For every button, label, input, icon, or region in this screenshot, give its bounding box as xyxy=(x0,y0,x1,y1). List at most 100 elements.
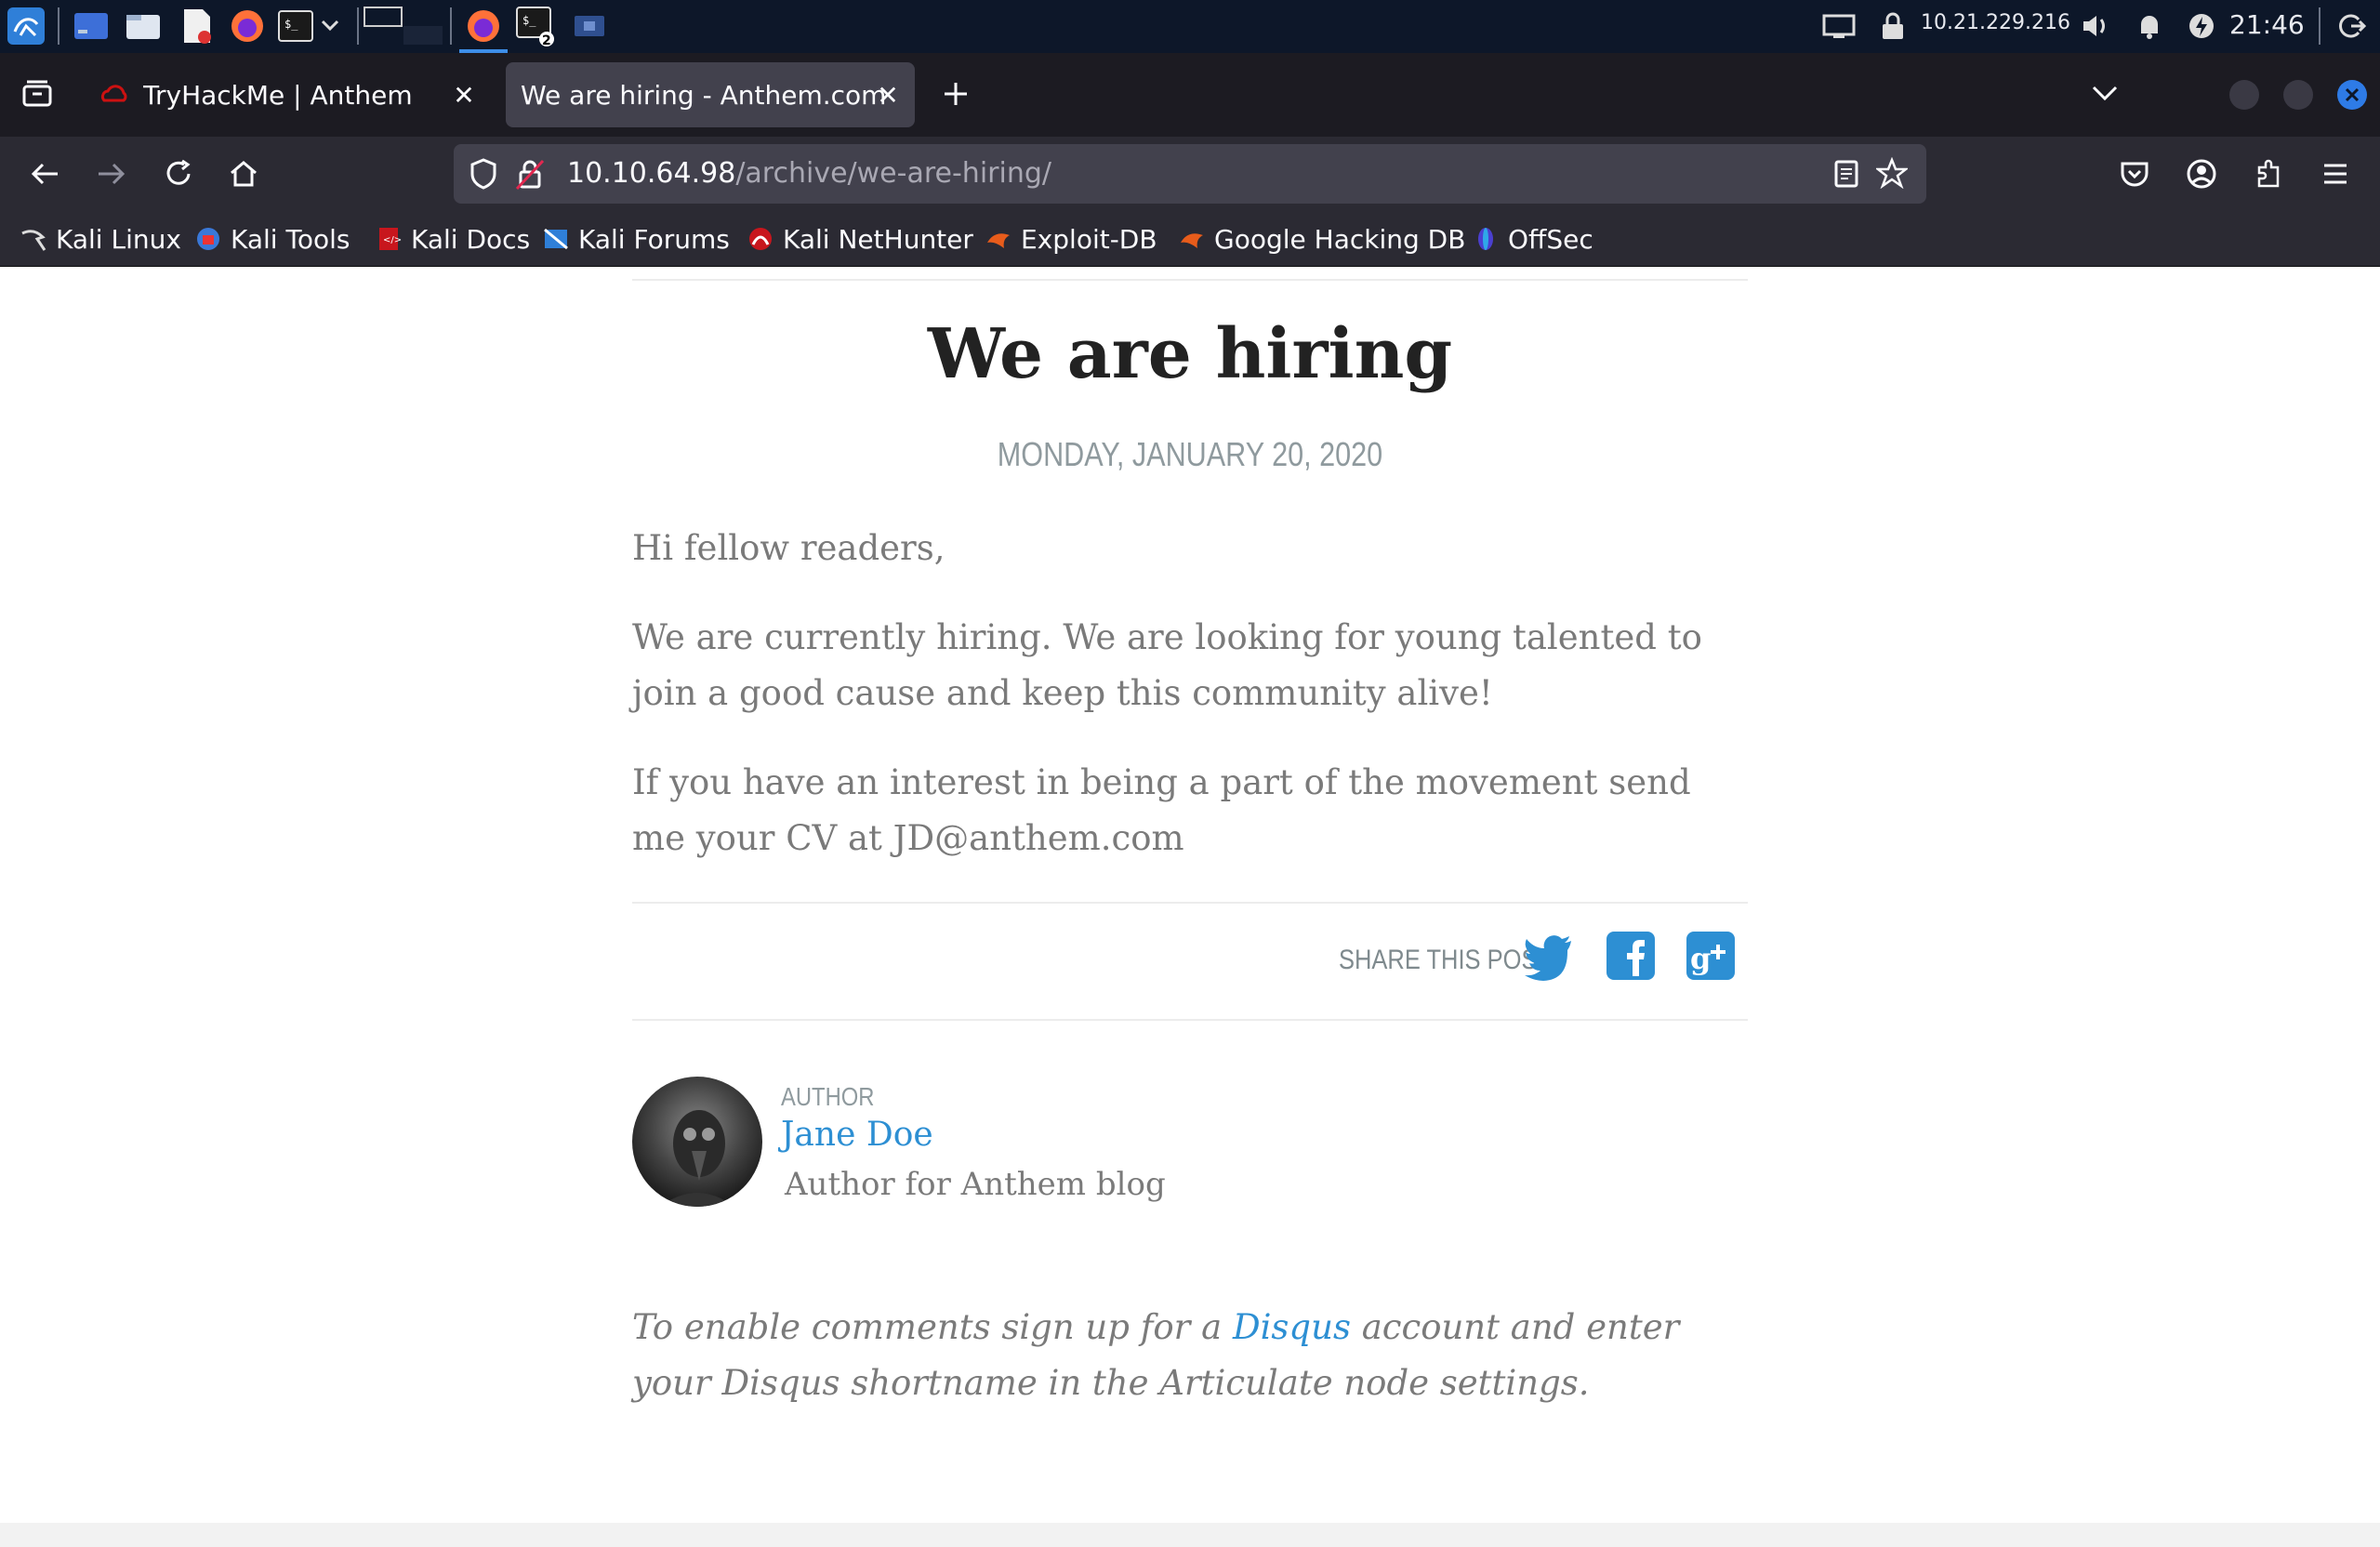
post-paragraph: If you have an interest in being a part … xyxy=(632,762,1691,858)
list-all-tabs-chevron-icon[interactable] xyxy=(2082,72,2127,116)
extensions-icon[interactable] xyxy=(2246,152,2291,196)
file-manager-icon[interactable] xyxy=(123,6,164,46)
workspace-switcher[interactable] xyxy=(363,6,446,46)
bookmark-kali-tools[interactable]: Kali Tools xyxy=(195,220,350,258)
bookmark-google-hacking-db[interactable]: Google Hacking DB xyxy=(1179,220,1465,258)
minimize-button[interactable] xyxy=(2229,80,2259,110)
new-tab-icon[interactable] xyxy=(933,72,978,116)
bookmark-kali-forums[interactable]: Kali Forums xyxy=(543,220,730,258)
bookmark-label: Kali Tools xyxy=(231,223,350,255)
offsec-icon xyxy=(1478,228,1493,250)
forward-arrow-icon[interactable] xyxy=(89,152,134,196)
kali-docs-icon: </> xyxy=(379,228,402,250)
post-title: We are hiring xyxy=(927,314,1453,394)
tab-tryhackme[interactable]: TryHackMe | Anthem ✕ xyxy=(86,62,495,127)
system-taskbar: $_ $_ 2 10.21.229.216 21:46 xyxy=(0,0,2380,53)
kali-nethunter-icon xyxy=(749,228,772,250)
close-window-button[interactable] xyxy=(2337,80,2367,110)
back-arrow-icon[interactable] xyxy=(22,152,67,196)
display-icon[interactable] xyxy=(1818,6,1859,46)
taskbar-separator xyxy=(58,7,60,45)
terminal-window-icon[interactable]: $_ 2 xyxy=(515,6,556,48)
taskbar-separator xyxy=(2319,7,2320,45)
bookmark-label: Google Hacking DB xyxy=(1214,223,1466,255)
bookmark-kali-nethunter[interactable]: Kali NetHunter xyxy=(747,220,973,258)
terminal-launcher-icon[interactable]: $_ xyxy=(275,6,316,46)
share-label: SHARE THIS POST xyxy=(1339,945,1553,975)
author-description: Author for Anthem blog xyxy=(785,1166,1166,1203)
top-divider xyxy=(632,279,1748,281)
notification-bell-icon[interactable] xyxy=(2129,6,2170,46)
kali-forums-icon xyxy=(544,228,568,250)
url-host: 10.10.64.98 xyxy=(567,157,736,190)
svg-text:$_: $_ xyxy=(522,14,536,27)
insecure-lock-icon[interactable] xyxy=(515,157,545,194)
pocket-icon[interactable] xyxy=(2112,152,2157,196)
twitter-share-icon[interactable] xyxy=(1523,930,1575,982)
url-path: /archive/we-are-hiring/ xyxy=(735,157,1051,190)
svg-text:g: g xyxy=(1690,941,1711,976)
facebook-share-icon[interactable] xyxy=(1605,930,1657,982)
account-icon[interactable] xyxy=(2179,152,2224,196)
tab-title: TryHackMe | Anthem xyxy=(143,79,413,111)
bookmark-label: Kali Docs xyxy=(411,223,531,255)
comments-prefix: To enable comments sign up for a xyxy=(632,1307,1233,1347)
taskbar-separator xyxy=(450,7,452,45)
app-window-icon[interactable] xyxy=(569,6,610,46)
bookmark-label: Kali NetHunter xyxy=(783,223,973,255)
footer-strip xyxy=(0,1523,2380,1547)
google-plus-share-icon[interactable]: g xyxy=(1685,930,1737,982)
disqus-link[interactable]: Disqus xyxy=(1233,1307,1351,1347)
workspace-icon[interactable] xyxy=(71,6,112,46)
close-tab-icon[interactable]: ✕ xyxy=(872,79,904,111)
browser-tab-bar: TryHackMe | Anthem ✕ We are hiring - Ant… xyxy=(0,53,2380,137)
kali-menu-icon[interactable] xyxy=(6,6,46,46)
firefox-view-icon[interactable] xyxy=(15,72,60,116)
svg-text:$_: $_ xyxy=(284,18,298,31)
reload-icon[interactable] xyxy=(156,152,201,196)
bookmark-label: Kali Forums xyxy=(578,223,730,255)
exploit-db-icon xyxy=(987,233,1010,248)
reader-view-icon[interactable] xyxy=(1833,159,1859,192)
avatar xyxy=(632,1077,762,1207)
power-charge-icon[interactable] xyxy=(2181,6,2222,46)
tracking-shield-icon[interactable] xyxy=(469,157,498,194)
post-paragraph: We are currently hiring. We are looking … xyxy=(632,617,1702,713)
chevron-down-icon[interactable] xyxy=(316,6,344,46)
bookmark-offsec[interactable]: OffSec xyxy=(1473,220,1593,258)
post-paragraph: Hi fellow readers, xyxy=(632,528,945,568)
url-text[interactable]: 10.10.64.98/archive/we-are-hiring/ xyxy=(567,157,1051,190)
volume-icon[interactable] xyxy=(2075,6,2116,46)
tab-title: We are hiring - Anthem.com xyxy=(521,79,887,111)
maximize-button[interactable] xyxy=(2283,80,2313,110)
logout-icon[interactable] xyxy=(2332,6,2373,46)
share-divider-bottom xyxy=(632,1019,1748,1021)
bookmark-label: Kali Linux xyxy=(56,223,181,255)
bookmark-exploit-db[interactable]: Exploit-DB xyxy=(985,220,1157,258)
bookmark-kali-docs[interactable]: </> Kali Docs xyxy=(376,220,530,258)
hamburger-menu-icon[interactable] xyxy=(2313,152,2358,196)
vpn-lock-icon[interactable] xyxy=(1872,6,1913,46)
bookmark-label: OffSec xyxy=(1508,223,1593,255)
close-icon xyxy=(2345,87,2360,102)
tab-we-are-hiring[interactable]: We are hiring - Anthem.com ✕ xyxy=(506,62,915,127)
close-tab-icon[interactable]: ✕ xyxy=(448,79,480,111)
comments-notice: To enable comments sign up for a Disqus … xyxy=(632,1300,1748,1411)
bookmark-star-icon[interactable] xyxy=(1874,156,1910,192)
text-editor-icon[interactable] xyxy=(177,6,218,46)
browser-nav-bar: 10.10.64.98/archive/we-are-hiring/ xyxy=(0,137,2380,211)
bookmarks-toolbar: Kali Linux Kali Tools </> Kali Docs Kali… xyxy=(0,211,2380,267)
share-divider-top xyxy=(632,902,1748,904)
clock-text: 21:46 xyxy=(2229,9,2305,40)
ghdb-icon xyxy=(1181,233,1203,248)
ip-address-text: 10.21.229.216 xyxy=(1921,11,2070,34)
author-name-link[interactable]: Jane Doe xyxy=(781,1116,933,1154)
url-bar[interactable]: 10.10.64.98/archive/we-are-hiring/ xyxy=(454,144,1926,204)
firefox-window-icon[interactable] xyxy=(463,6,504,46)
firefox-launcher-icon[interactable] xyxy=(227,6,268,46)
home-icon[interactable] xyxy=(221,152,266,196)
svg-text:</>: </> xyxy=(383,235,402,245)
bookmark-kali-linux[interactable]: Kali Linux xyxy=(20,220,181,258)
kali-tools-icon xyxy=(197,228,219,250)
author-label: AUTHOR xyxy=(781,1082,875,1111)
